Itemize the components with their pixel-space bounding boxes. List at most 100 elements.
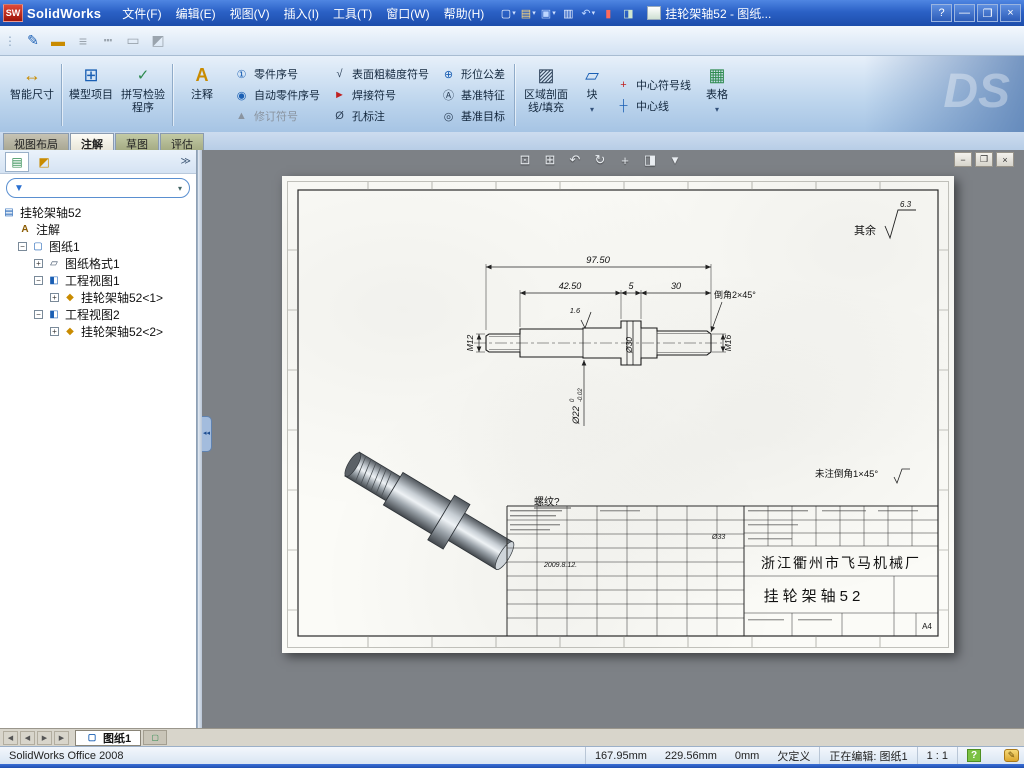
tree-item-annotations[interactable]: A 注解	[2, 221, 194, 238]
view-settings-dropdown[interactable]: ▾	[665, 151, 685, 169]
line-width-button[interactable]: ≡	[72, 30, 94, 52]
dia-mid-tolerance[interactable]: Ø22 0 -0.02	[570, 388, 584, 425]
tree-item-sheet1[interactable]: − ▢ 图纸1	[2, 238, 194, 255]
display-style-button[interactable]: ◨	[640, 151, 660, 169]
thread-right-callout[interactable]: M16	[723, 334, 733, 351]
tree-item-sheet-format1[interactable]: + ▱ 图纸格式1	[2, 255, 194, 272]
surface-finish-value[interactable]: 1.6	[570, 306, 581, 315]
task-pane-button[interactable]: ◨	[619, 4, 637, 22]
rotate-view-button[interactable]: ↻	[590, 151, 610, 169]
revision-symbol-button[interactable]: ▲ 修订符号	[234, 106, 320, 126]
previous-view-button[interactable]: ↶	[565, 151, 585, 169]
model-items-button[interactable]: ⊞ 模型项目	[65, 58, 117, 132]
zoom-area-button[interactable]: ⊞	[540, 151, 560, 169]
tree-item-drawing-view2[interactable]: − ◧ 工程视图2	[2, 306, 194, 323]
menu-edit[interactable]: 编辑(E)	[169, 2, 223, 25]
display-mode-button[interactable]: ◩	[147, 30, 169, 52]
tree-root-item[interactable]: ▤ 挂轮架轴52	[2, 204, 194, 221]
restore-button[interactable]: ❐	[977, 4, 998, 22]
weld-symbol-button[interactable]: ► 焊接符号	[332, 85, 429, 105]
block-dropdown-icon[interactable]: ▾	[590, 103, 594, 116]
hide-edge-button[interactable]: ▭	[122, 30, 144, 52]
datum-target-button[interactable]: ◎ 基准目标	[441, 106, 505, 126]
geometric-tolerance-button[interactable]: ⊕ 形位公差	[441, 64, 505, 84]
surface-finish-button[interactable]: √ 表面粗糙度符号	[332, 64, 429, 84]
tables-dropdown-icon[interactable]: ▾	[715, 103, 719, 116]
hole-callout-button[interactable]: Ø 孔标注	[332, 106, 429, 126]
feature-tree-tab[interactable]: ▤	[5, 151, 29, 172]
tab-sketch[interactable]: 草图	[115, 133, 159, 151]
tree-item-drawing-view1[interactable]: − ◧ 工程视图1	[2, 272, 194, 289]
tab-view-layout[interactable]: 视图布局	[3, 133, 69, 151]
thread-left-callout[interactable]: M12	[465, 334, 475, 351]
menu-view[interactable]: 视图(V)	[223, 2, 277, 25]
close-button[interactable]: ×	[1000, 4, 1021, 22]
filter-dropdown-icon[interactable]: ▾	[178, 184, 182, 193]
menu-help[interactable]: 帮助(H)	[437, 2, 492, 25]
centerline-button[interactable]: ┼ 中心线	[616, 96, 691, 116]
tree-filter-combobox[interactable]: ▼ ▾	[6, 178, 190, 198]
doc-restore-button[interactable]: ❐	[975, 152, 993, 167]
collapse-box-icon[interactable]: −	[34, 276, 43, 285]
tree-item-part-ref1[interactable]: + ◆ 挂轮架轴52<1>	[2, 289, 194, 306]
doc-close-button[interactable]: ×	[996, 152, 1014, 167]
chamfer-note[interactable]: 倒角2×45°	[714, 289, 756, 300]
auto-balloon-button[interactable]: ◉ 自动零件序号	[234, 85, 320, 105]
area-hatch-button[interactable]: ▨ 区域剖面线/填充	[518, 58, 574, 132]
open-button[interactable]: ▤ ▾	[519, 4, 537, 22]
annotation-pen-icon[interactable]: ✎	[1004, 749, 1019, 762]
drawing-sheet[interactable]: 97.50 42.50 5 30 1.6 M12 M16 Ø30 Ø22 0 -…	[282, 176, 954, 653]
add-sheet-button[interactable]: ▢	[143, 730, 168, 745]
menu-file[interactable]: 文件(F)	[115, 2, 168, 25]
save-button[interactable]: ▣ ▾	[539, 4, 557, 22]
collapse-box-icon[interactable]: −	[18, 242, 27, 251]
print-button[interactable]: ▥	[559, 4, 577, 22]
front-view[interactable]	[474, 320, 722, 366]
balloon-button[interactable]: ① 零件序号	[234, 64, 320, 84]
doc-minimize-button[interactable]: −	[954, 152, 972, 167]
note-button[interactable]: A 注释	[176, 58, 228, 132]
quick-tips-icon[interactable]: ?	[967, 749, 981, 762]
menu-window[interactable]: 窗口(W)	[379, 2, 436, 25]
rest-roughness-label[interactable]: 其余	[854, 223, 876, 237]
minimize-button[interactable]: —	[954, 4, 975, 22]
next-sheet-button[interactable]: ▶	[37, 730, 52, 745]
last-sheet-button[interactable]: ▶	[54, 730, 69, 745]
new-document-button[interactable]: ▢ ▾	[499, 4, 517, 22]
dim-a[interactable]: 42.50	[559, 281, 582, 291]
help-button[interactable]: ?	[931, 4, 952, 22]
dim-c[interactable]: 30	[671, 281, 681, 291]
center-mark-button[interactable]: + 中心符号线	[616, 75, 691, 95]
isometric-view[interactable]	[336, 440, 523, 581]
collapse-box-icon[interactable]: −	[34, 310, 43, 319]
rest-roughness-value[interactable]: 6.3	[900, 200, 912, 209]
property-manager-tab[interactable]: ◩	[32, 152, 56, 172]
dim-b[interactable]: 5	[628, 281, 634, 291]
panel-expand-icon[interactable]: ≫	[181, 156, 191, 167]
menu-insert[interactable]: 插入(I)	[277, 2, 326, 25]
block-button[interactable]: ▱ 块 ▾	[574, 58, 610, 132]
unnoted-chamfer-note[interactable]: 未注倒角1×45°	[815, 468, 878, 480]
line-style-button[interactable]: ┅	[97, 30, 119, 52]
dia-flange-callout[interactable]: Ø30	[624, 337, 634, 354]
expand-box-icon[interactable]: +	[50, 293, 59, 302]
dim-overall-length[interactable]: 97.50	[586, 255, 610, 266]
zoom-fit-button[interactable]: ⊡	[515, 151, 535, 169]
spell-checker-button[interactable]: ✓ 拼写检验程序	[117, 58, 169, 132]
prev-sheet-button[interactable]: ◀	[20, 730, 35, 745]
tab-evaluate[interactable]: 评估	[160, 133, 204, 151]
expand-box-icon[interactable]: +	[34, 259, 43, 268]
sketch-tool-button[interactable]: ✎	[22, 30, 44, 52]
toolbox-button[interactable]: ▮	[599, 4, 617, 22]
tables-button[interactable]: ▦ 表格 ▾	[697, 58, 737, 132]
undo-button[interactable]: ↶ ▾	[579, 4, 597, 22]
first-sheet-button[interactable]: ◀	[3, 730, 18, 745]
pan-button[interactable]: +	[615, 151, 635, 169]
datum-feature-button[interactable]: Ⓐ 基准特征	[441, 85, 505, 105]
tab-annotation[interactable]: 注解	[70, 133, 114, 151]
line-color-button[interactable]: ▬	[47, 30, 69, 52]
drawing-viewport[interactable]: ⊡ ⊞ ↶ ↻ + ◨ ▾ − ❐ × ◂◂ 97.50 42.50 5 30 …	[202, 150, 1024, 728]
sheet-tab-sheet1[interactable]: ▢ 图纸1	[75, 729, 142, 746]
tree-item-part-ref2[interactable]: + ◆ 挂轮架轴52<2>	[2, 323, 194, 340]
panel-collapse-handle[interactable]: ◂◂	[202, 416, 212, 452]
